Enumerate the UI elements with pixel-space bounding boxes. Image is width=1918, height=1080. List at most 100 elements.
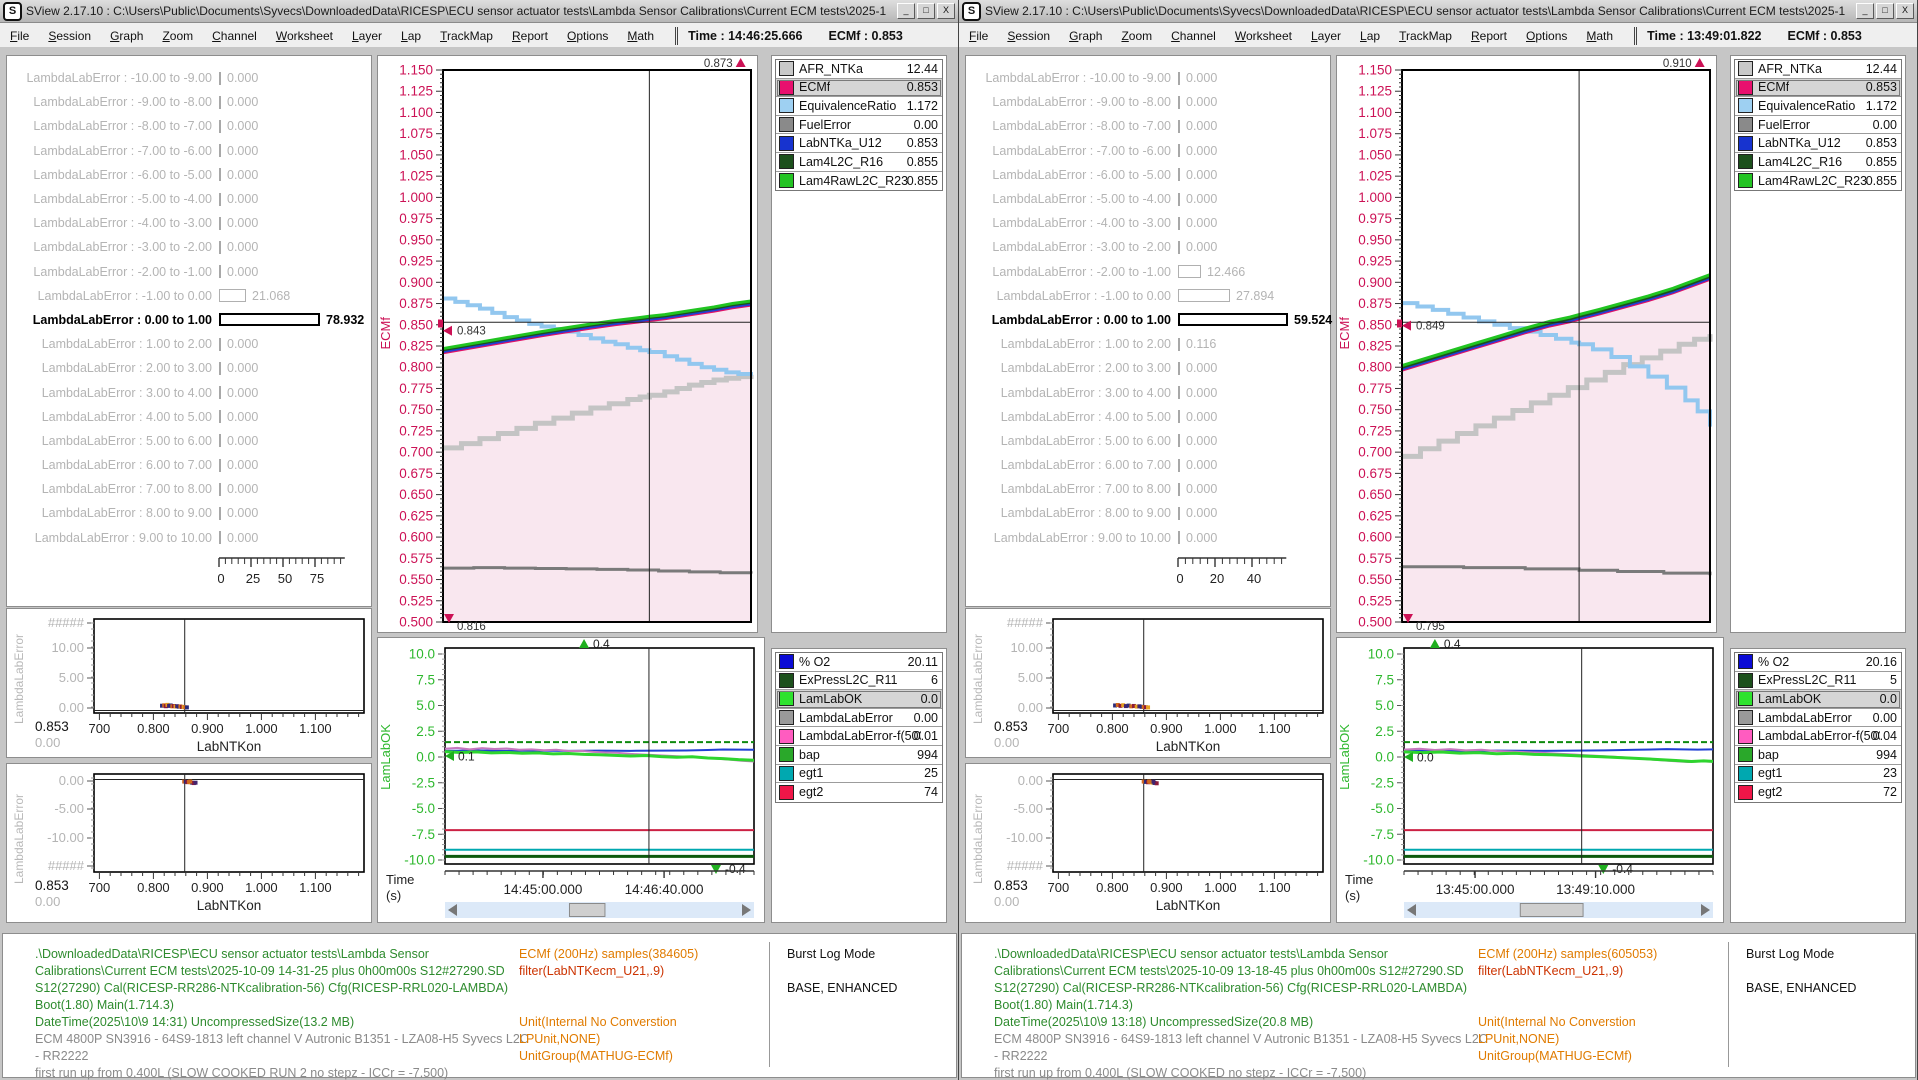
menu-session[interactable]: Session bbox=[1007, 29, 1050, 43]
lambdalaberror-scatter-bottom[interactable]: 0.00-5.00-10.00#####7000.8000.9001.0001.… bbox=[7, 764, 371, 922]
legend-row-egt2[interactable]: egt272 bbox=[1735, 783, 1901, 802]
minimize-button[interactable]: _ bbox=[897, 3, 915, 19]
menu-options[interactable]: Options bbox=[567, 29, 608, 43]
scatter-bottom-panel[interactable]: 0.00-5.00-10.00#####7000.8000.9001.0001.… bbox=[965, 763, 1331, 923]
legend-row-labntka-u12[interactable]: LabNTKa_U120.853 bbox=[1735, 134, 1901, 153]
histogram-row[interactable]: LambdaLabError : -9.00 to -8.000.000 bbox=[966, 90, 1330, 114]
legend-row-lambdalaberror[interactable]: LambdaLabError0.00 bbox=[1735, 709, 1901, 728]
legend-row-bap[interactable]: bap994 bbox=[1735, 746, 1901, 765]
time-chart-panel[interactable]: 10.07.55.02.50.0-2.5-5.0-7.5-10.0LamLabO… bbox=[377, 637, 765, 923]
legend-row-equivalenceratio[interactable]: EquivalenceRatio1.172 bbox=[776, 97, 942, 116]
menu-worksheet[interactable]: Worksheet bbox=[276, 29, 333, 43]
legend-row--o2[interactable]: % O220.16 bbox=[1735, 653, 1901, 672]
ecmf-chart[interactable]: 1.1501.1251.1001.0751.0501.0251.0000.975… bbox=[1337, 56, 1716, 632]
legend-row-bap[interactable]: bap994 bbox=[776, 746, 942, 765]
legend-row-lambdalaberror-f-500-[interactable]: LambdaLabError-f(500)0.01 bbox=[776, 727, 942, 746]
histogram-row[interactable]: LambdaLabError : 1.00 to 2.000.000 bbox=[7, 332, 371, 356]
legend-row-expressl2c-r11[interactable]: ExPressL2C_R116 bbox=[776, 672, 942, 691]
menu-zoom[interactable]: Zoom bbox=[162, 29, 193, 43]
legend-row-egt1[interactable]: egt125 bbox=[776, 765, 942, 784]
histogram-panel[interactable]: LambdaLabError : -10.00 to -9.000.000Lam… bbox=[965, 55, 1331, 607]
maximize-button[interactable]: □ bbox=[917, 3, 935, 19]
maximize-button[interactable]: □ bbox=[1876, 3, 1894, 19]
histogram-row[interactable]: LambdaLabError : -5.00 to -4.000.000 bbox=[966, 187, 1330, 211]
menu-math[interactable]: Math bbox=[1586, 29, 1613, 43]
menu-graph[interactable]: Graph bbox=[110, 29, 143, 43]
histogram-row[interactable]: LambdaLabError : 9.00 to 10.000.000 bbox=[7, 526, 371, 550]
histogram-row[interactable]: LambdaLabError : -4.00 to -3.000.000 bbox=[966, 211, 1330, 235]
menu-math[interactable]: Math bbox=[627, 29, 654, 43]
legend-row-expressl2c-r11[interactable]: ExPressL2C_R115 bbox=[1735, 672, 1901, 691]
lamlabok-time-chart[interactable]: 10.07.55.02.50.0-2.5-5.0-7.5-10.0LamLabO… bbox=[1337, 638, 1723, 922]
histogram-panel[interactable]: LambdaLabError : -10.00 to -9.000.000Lam… bbox=[6, 55, 372, 607]
scatter-top-panel[interactable]: #####10.005.000.007000.8000.9001.0001.10… bbox=[6, 608, 372, 758]
histogram-row[interactable]: LambdaLabError : 5.00 to 6.000.000 bbox=[7, 429, 371, 453]
menu-graph[interactable]: Graph bbox=[1069, 29, 1102, 43]
menu-lap[interactable]: Lap bbox=[401, 29, 421, 43]
legend-row-lam4rawl2c-r23[interactable]: Lam4RawL2C_R230.855 bbox=[1735, 172, 1901, 191]
menu-file[interactable]: File bbox=[10, 29, 29, 43]
histogram-row[interactable]: LambdaLabError : 2.00 to 3.000.000 bbox=[966, 356, 1330, 380]
menu-channel[interactable]: Channel bbox=[1171, 29, 1216, 43]
histogram-row[interactable]: LambdaLabError : 9.00 to 10.000.000 bbox=[966, 526, 1330, 550]
menu-options[interactable]: Options bbox=[1526, 29, 1567, 43]
legend-row-fuelerror[interactable]: FuelError0.00 bbox=[1735, 116, 1901, 135]
histogram-row[interactable]: LambdaLabError : -2.00 to -1.0012.466 bbox=[966, 260, 1330, 284]
menu-worksheet[interactable]: Worksheet bbox=[1235, 29, 1292, 43]
close-button[interactable]: X bbox=[937, 3, 955, 19]
menu-lap[interactable]: Lap bbox=[1360, 29, 1380, 43]
menu-session[interactable]: Session bbox=[48, 29, 91, 43]
legend-row-afr-ntka[interactable]: AFR_NTKa12.44 bbox=[776, 60, 942, 79]
histogram-row[interactable]: LambdaLabError : 0.00 to 1.0059.524 bbox=[966, 308, 1330, 332]
histogram-row[interactable]: LambdaLabError : 4.00 to 5.000.000 bbox=[966, 405, 1330, 429]
menu-report[interactable]: Report bbox=[1471, 29, 1507, 43]
legend-row-lambdalaberror[interactable]: LambdaLabError0.00 bbox=[776, 709, 942, 728]
menu-file[interactable]: File bbox=[969, 29, 988, 43]
ecmf-chart[interactable]: 1.1501.1251.1001.0751.0501.0251.0000.975… bbox=[378, 56, 757, 632]
menu-channel[interactable]: Channel bbox=[212, 29, 257, 43]
scatter-bottom-panel[interactable]: 0.00-5.00-10.00#####7000.8000.9001.0001.… bbox=[6, 763, 372, 923]
minimize-button[interactable]: _ bbox=[1856, 3, 1874, 19]
legend-row-ecmf[interactable]: ECMf0.853 bbox=[1735, 79, 1901, 98]
legend-row-labntka-u12[interactable]: LabNTKa_U120.853 bbox=[776, 134, 942, 153]
lambdalaberror-scatter-bottom[interactable]: 0.00-5.00-10.00#####7000.8000.9001.0001.… bbox=[966, 764, 1330, 922]
menu-report[interactable]: Report bbox=[512, 29, 548, 43]
histogram-row[interactable]: LambdaLabError : -7.00 to -6.000.000 bbox=[966, 139, 1330, 163]
histogram-row[interactable]: LambdaLabError : -8.00 to -7.000.000 bbox=[7, 114, 371, 138]
lambdalaberror-scatter-top[interactable]: #####10.005.000.007000.8000.9001.0001.10… bbox=[966, 609, 1330, 757]
menu-zoom[interactable]: Zoom bbox=[1121, 29, 1152, 43]
histogram-row[interactable]: LambdaLabError : -7.00 to -6.000.000 bbox=[7, 139, 371, 163]
histogram-row[interactable]: LambdaLabError : 6.00 to 7.000.000 bbox=[966, 453, 1330, 477]
histogram-row[interactable]: LambdaLabError : -3.00 to -2.000.000 bbox=[7, 235, 371, 259]
legend-row-lambdalaberror-f-500-[interactable]: LambdaLabError-f(500)0.04 bbox=[1735, 727, 1901, 746]
histogram-row[interactable]: LambdaLabError : 8.00 to 9.000.000 bbox=[7, 501, 371, 525]
histogram-row[interactable]: LambdaLabError : 2.00 to 3.000.000 bbox=[7, 356, 371, 380]
menu-layer[interactable]: Layer bbox=[352, 29, 382, 43]
titlebar[interactable]: S SView 2.17.10 : C:\Users\Public\Docume… bbox=[0, 0, 958, 23]
histogram-row[interactable]: LambdaLabError : -3.00 to -2.000.000 bbox=[966, 235, 1330, 259]
histogram-row[interactable]: LambdaLabError : -1.00 to 0.0027.894 bbox=[966, 284, 1330, 308]
histogram-row[interactable]: LambdaLabError : 8.00 to 9.000.000 bbox=[966, 501, 1330, 525]
histogram-row[interactable]: LambdaLabError : -6.00 to -5.000.000 bbox=[7, 163, 371, 187]
legend-row-afr-ntka[interactable]: AFR_NTKa12.44 bbox=[1735, 60, 1901, 79]
main-chart-panel[interactable]: 1.1501.1251.1001.0751.0501.0251.0000.975… bbox=[377, 55, 758, 633]
main-chart-panel[interactable]: 1.1501.1251.1001.0751.0501.0251.0000.975… bbox=[1336, 55, 1717, 633]
histogram-row[interactable]: LambdaLabError : 5.00 to 6.000.000 bbox=[966, 429, 1330, 453]
lambdalaberror-scatter-top[interactable]: #####10.005.000.007000.8000.9001.0001.10… bbox=[7, 609, 371, 757]
legend-row-fuelerror[interactable]: FuelError0.00 bbox=[776, 116, 942, 135]
histogram-row[interactable]: LambdaLabError : -9.00 to -8.000.000 bbox=[7, 90, 371, 114]
histogram-row[interactable]: LambdaLabError : -4.00 to -3.000.000 bbox=[7, 211, 371, 235]
menu-trackmap[interactable]: TrackMap bbox=[440, 29, 493, 43]
legend-row-lamlabok[interactable]: LamLabOK0.0 bbox=[1735, 690, 1901, 709]
menu-layer[interactable]: Layer bbox=[1311, 29, 1341, 43]
scatter-top-panel[interactable]: #####10.005.000.007000.8000.9001.0001.10… bbox=[965, 608, 1331, 758]
legend-row-lam4l2c-r16[interactable]: Lam4L2C_R160.855 bbox=[776, 153, 942, 172]
histogram-row[interactable]: LambdaLabError : 7.00 to 8.000.000 bbox=[7, 477, 371, 501]
histogram-row[interactable]: LambdaLabError : 3.00 to 4.000.000 bbox=[966, 380, 1330, 404]
legend-row-lamlabok[interactable]: LamLabOK0.0 bbox=[776, 690, 942, 709]
histogram-row[interactable]: LambdaLabError : 6.00 to 7.000.000 bbox=[7, 453, 371, 477]
lamlabok-time-chart[interactable]: 10.07.55.02.50.0-2.5-5.0-7.5-10.0LamLabO… bbox=[378, 638, 764, 922]
histogram-row[interactable]: LambdaLabError : -5.00 to -4.000.000 bbox=[7, 187, 371, 211]
legend-row-equivalenceratio[interactable]: EquivalenceRatio1.172 bbox=[1735, 97, 1901, 116]
time-chart-panel[interactable]: 10.07.55.02.50.0-2.5-5.0-7.5-10.0LamLabO… bbox=[1336, 637, 1724, 923]
